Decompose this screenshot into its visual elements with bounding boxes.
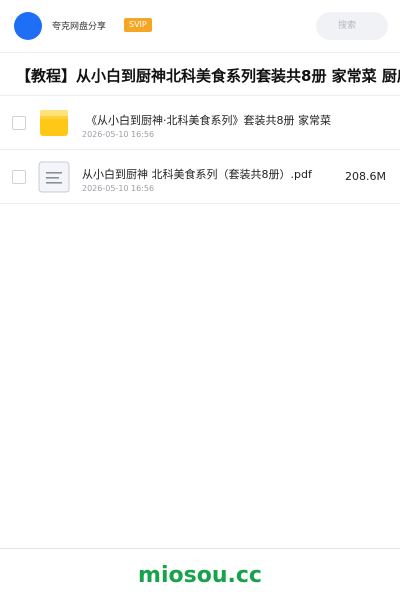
file-size: 208.6M xyxy=(345,170,386,183)
select-checkbox[interactable] xyxy=(12,170,26,184)
document-icon xyxy=(38,161,70,193)
folder-icon xyxy=(38,107,70,139)
avatar[interactable] xyxy=(14,12,42,40)
file-date: 2026-05-10 16:56 xyxy=(82,184,155,193)
share-title-bar: 【教程】从小白到厨神北科美食系列套装共8册 家常菜 厨房 xyxy=(0,52,400,96)
footer: miosou.cc xyxy=(0,548,400,600)
file-row[interactable]: 从小白到厨神 北科美食系列（套装共8册）.pdf 2026-05-10 16:5… xyxy=(0,150,400,204)
search-input[interactable]: 搜索 xyxy=(316,12,388,40)
file-row[interactable]: 《从小白到厨神·北科美食系列》套装共8册 家常菜 2026-05-10 16:5… xyxy=(0,96,400,150)
file-name[interactable]: 《从小白到厨神·北科美食系列》套装共8册 家常菜 xyxy=(86,112,331,128)
share-page: 夸克网盘分享 SVIP 搜索 【教程】从小白到厨神北科美食系列套装共8册 家常菜… xyxy=(0,0,400,600)
site-watermark: miosou.cc xyxy=(138,563,262,588)
file-date: 2026-05-10 16:56 xyxy=(82,130,155,139)
file-name[interactable]: 从小白到厨神 北科美食系列（套装共8册）.pdf xyxy=(82,166,312,182)
select-checkbox[interactable] xyxy=(12,116,26,130)
page-title: 【教程】从小白到厨神北科美食系列套装共8册 家常菜 厨房 xyxy=(16,67,400,85)
sharer-name: 夸克网盘分享 xyxy=(52,22,107,32)
header: 夸克网盘分享 SVIP 搜索 xyxy=(0,0,400,52)
svip-badge: SVIP xyxy=(124,18,152,32)
